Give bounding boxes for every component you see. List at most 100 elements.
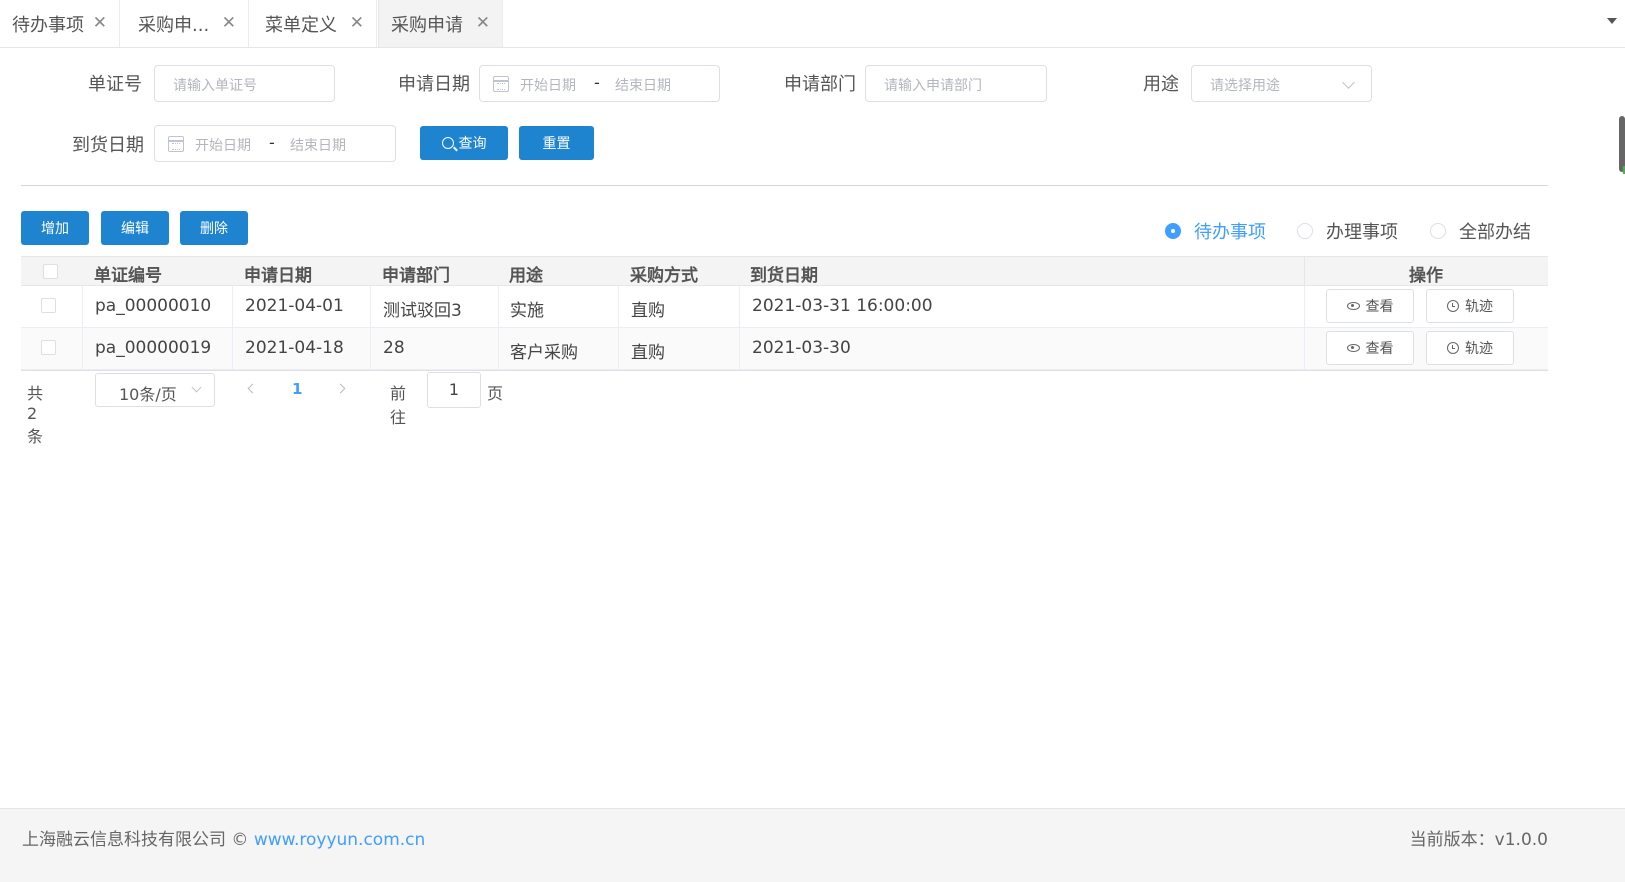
reset-button-label: 重置 bbox=[542, 136, 571, 152]
cell-divider bbox=[82, 328, 83, 369]
cell-divider bbox=[82, 286, 83, 327]
close-icon[interactable]: ✕ bbox=[93, 13, 107, 33]
purchase-table: 单证编号 申请日期 申请部门 用途 采购方式 到货日期 操作 pa_000000… bbox=[21, 256, 1548, 371]
usage-select[interactable]: 请选择用途 bbox=[1191, 65, 1372, 102]
cell-usage: 实施 bbox=[510, 301, 544, 321]
range-separator: - bbox=[269, 133, 275, 152]
select-all-checkbox[interactable] bbox=[43, 264, 58, 279]
eye-icon bbox=[1346, 302, 1360, 310]
cell-method: 直购 bbox=[631, 343, 665, 363]
cell-divider bbox=[370, 286, 371, 327]
cell-divider bbox=[739, 286, 740, 327]
scrollbar-thumb[interactable] bbox=[1619, 116, 1625, 174]
view-button-label: 查看 bbox=[1365, 299, 1394, 315]
cell-divider bbox=[498, 286, 499, 327]
search-button[interactable]: 查询 bbox=[420, 126, 508, 160]
total-count: 共 2 条 bbox=[27, 384, 44, 446]
trace-button[interactable]: 轨迹 bbox=[1426, 289, 1514, 323]
view-button-label: 查看 bbox=[1365, 341, 1394, 357]
clock-icon bbox=[1447, 342, 1459, 354]
tab-purchase-apply-short[interactable]: 采购申... ✕ bbox=[126, 0, 249, 47]
arrival-date-range-picker[interactable]: 开始日期 - 结束日期 bbox=[154, 125, 396, 162]
cell-divider bbox=[618, 286, 619, 327]
page-size-select[interactable]: 10条/页 bbox=[95, 373, 215, 407]
tab-bar: 待办事项 ✕ 采购申... ✕ 菜单定义 ✕ 采购申请 ✕ bbox=[0, 0, 1625, 48]
dept-placeholder: 请输入申请部门 bbox=[884, 78, 982, 94]
arrival-date-end: 结束日期 bbox=[290, 138, 346, 154]
apply-date-range-picker[interactable]: 开始日期 - 结束日期 bbox=[479, 65, 720, 102]
dept-label: 申请部门 bbox=[784, 74, 856, 95]
usage-placeholder: 请选择用途 bbox=[1210, 78, 1280, 94]
tabs-dropdown-icon[interactable] bbox=[1607, 18, 1617, 24]
close-icon[interactable]: ✕ bbox=[222, 13, 236, 33]
dept-input[interactable]: 请输入申请部门 bbox=[865, 65, 1047, 102]
radio-label: 全部办结 bbox=[1459, 222, 1531, 243]
cell-doc-no: pa_00000010 bbox=[95, 296, 212, 316]
radio-dot bbox=[1297, 223, 1313, 239]
radio-all-done[interactable]: 全部办结 bbox=[1430, 218, 1531, 244]
radio-dot bbox=[1165, 223, 1181, 239]
delete-button[interactable]: 删除 bbox=[180, 211, 248, 245]
usage-label: 用途 bbox=[1143, 74, 1179, 95]
company-name: 上海融云信息科技有限公司 © bbox=[22, 830, 249, 850]
row-checkbox[interactable] bbox=[41, 298, 56, 313]
radio-handled[interactable]: 办理事项 bbox=[1297, 218, 1398, 244]
website-link[interactable]: www.royyun.com.cn bbox=[254, 830, 425, 850]
goto-page-input[interactable]: 1 bbox=[427, 372, 481, 408]
trace-button[interactable]: 轨迹 bbox=[1426, 331, 1514, 365]
apply-date-end: 结束日期 bbox=[615, 78, 671, 94]
doc-no-input[interactable]: 请输入单证号 bbox=[154, 65, 335, 102]
tab-purchase-apply[interactable]: 采购申请 ✕ bbox=[378, 0, 503, 47]
table-row[interactable]: pa_00000010 2021-04-01 测试驳回3 实施 直购 2021-… bbox=[21, 286, 1548, 328]
footer: 上海融云信息科技有限公司 © www.royyun.com.cn 当前版本：v1… bbox=[0, 808, 1625, 882]
close-icon[interactable]: ✕ bbox=[476, 13, 490, 33]
tab-todo[interactable]: 待办事项 ✕ bbox=[0, 0, 120, 47]
doc-no-label: 单证号 bbox=[88, 74, 142, 95]
cell-divider bbox=[739, 328, 740, 369]
search-icon bbox=[441, 137, 454, 149]
trace-button-label: 轨迹 bbox=[1465, 299, 1493, 315]
cell-divider bbox=[618, 328, 619, 369]
radio-label: 办理事项 bbox=[1326, 222, 1398, 243]
cell-divider bbox=[370, 328, 371, 369]
table-row[interactable]: pa_00000019 2021-04-18 28 客户采购 直购 2021-0… bbox=[21, 328, 1548, 370]
add-button[interactable]: 增加 bbox=[21, 211, 89, 245]
cell-usage: 客户采购 bbox=[510, 343, 578, 363]
column-header[interactable]: 申请日期 bbox=[244, 261, 312, 286]
edit-button-label: 编辑 bbox=[121, 221, 149, 237]
copyright: 上海融云信息科技有限公司 © www.royyun.com.cn bbox=[22, 825, 425, 850]
eye-icon bbox=[1346, 344, 1360, 352]
doc-no-placeholder: 请输入单证号 bbox=[173, 78, 257, 94]
delete-button-label: 删除 bbox=[200, 221, 228, 237]
chevron-left-icon[interactable] bbox=[247, 383, 258, 394]
chevron-right-icon[interactable] bbox=[335, 383, 346, 394]
add-button-label: 增加 bbox=[41, 221, 69, 237]
tab-label: 菜单定义 bbox=[265, 14, 337, 36]
close-icon[interactable]: ✕ bbox=[350, 13, 364, 33]
tab-menu-definition[interactable]: 菜单定义 ✕ bbox=[253, 0, 377, 47]
page-size-value: 10条/页 bbox=[119, 385, 177, 404]
arrival-date-label: 到货日期 bbox=[72, 135, 144, 156]
clock-icon bbox=[1447, 300, 1459, 312]
radio-dot bbox=[1430, 223, 1446, 239]
reset-button[interactable]: 重置 bbox=[519, 126, 594, 160]
cell-dept: 28 bbox=[383, 338, 405, 358]
column-header[interactable]: 到货日期 bbox=[750, 261, 818, 286]
column-header[interactable]: 用途 bbox=[509, 261, 543, 286]
radio-todo[interactable]: 待办事项 bbox=[1165, 218, 1266, 244]
edit-button[interactable]: 编辑 bbox=[101, 211, 169, 245]
arrival-date-start: 开始日期 bbox=[195, 138, 251, 154]
view-button[interactable]: 查看 bbox=[1326, 289, 1414, 323]
chevron-down-icon bbox=[1342, 76, 1355, 89]
cell-doc-no: pa_00000019 bbox=[95, 338, 212, 358]
page-number-current[interactable]: 1 bbox=[292, 380, 302, 398]
column-header[interactable]: 申请部门 bbox=[382, 261, 450, 286]
column-header[interactable]: 单证编号 bbox=[94, 261, 162, 286]
search-button-label: 查询 bbox=[458, 136, 487, 152]
table-header: 单证编号 申请日期 申请部门 用途 采购方式 到货日期 操作 bbox=[21, 256, 1548, 286]
view-button[interactable]: 查看 bbox=[1326, 331, 1414, 365]
page-unit-label: 页 bbox=[487, 384, 504, 403]
cell-divider bbox=[232, 286, 233, 327]
row-checkbox[interactable] bbox=[41, 340, 56, 355]
column-header[interactable]: 采购方式 bbox=[630, 261, 698, 286]
